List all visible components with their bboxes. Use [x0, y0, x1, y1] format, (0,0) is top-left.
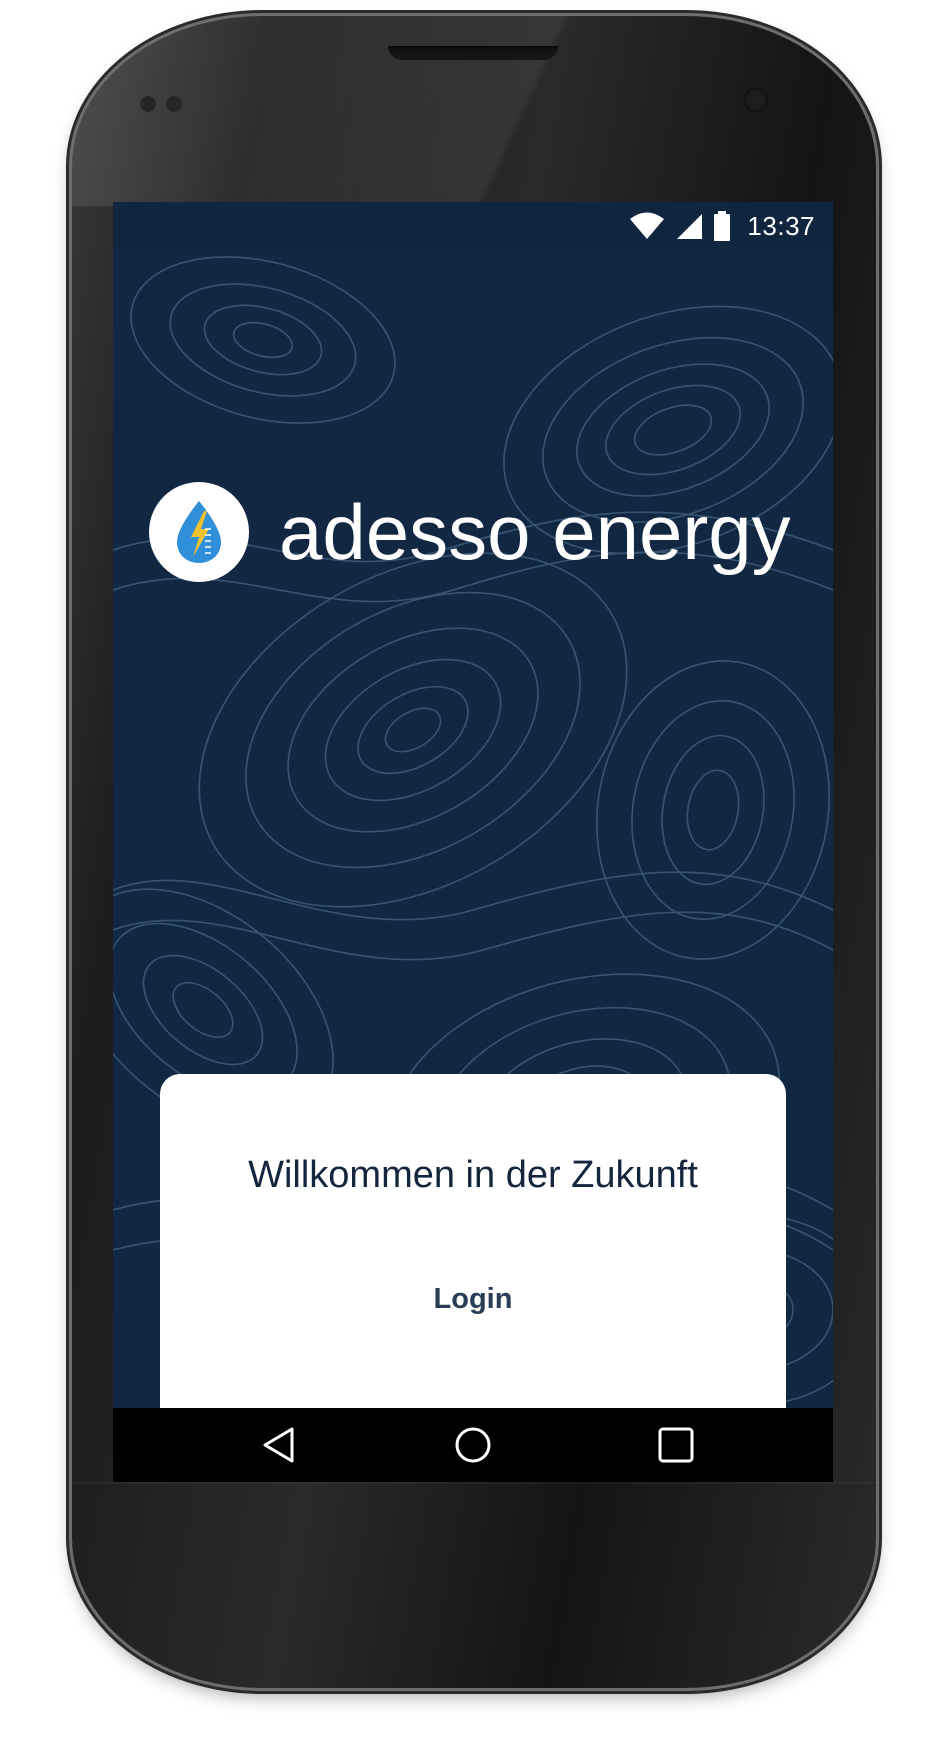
home-icon [455, 1427, 491, 1463]
login-button[interactable]: Login [373, 1264, 573, 1334]
clock-time: 13:37 [747, 210, 815, 241]
cell-signal-icon [677, 214, 703, 239]
front-camera [744, 88, 768, 112]
battery-icon [714, 211, 731, 241]
phone-sensor [140, 96, 156, 112]
nav-bar [113, 1408, 833, 1482]
home-button[interactable] [450, 1422, 496, 1468]
brand-header: adesso energy [149, 482, 791, 582]
status-icons: 13:37 [629, 210, 815, 242]
brand-logo [149, 482, 249, 582]
phone-sensor [166, 96, 182, 112]
back-button[interactable] [256, 1422, 302, 1468]
recents-icon [658, 1427, 694, 1463]
brand-name: adesso energy [279, 487, 791, 576]
phone-speaker [388, 46, 558, 60]
wifi-icon [630, 212, 665, 239]
page: 13:37 adesso energy Willkommen in der Zu… [0, 0, 947, 1744]
back-icon [263, 1427, 294, 1463]
recents-button[interactable] [653, 1422, 699, 1468]
app-screen: 13:37 adesso energy Willkommen in der Zu… [113, 202, 833, 1482]
welcome-card: Willkommen in der Zukunft Login [160, 1074, 786, 1424]
welcome-title: Willkommen in der Zukunft [248, 1154, 698, 1196]
water-drop-lightning-icon [177, 501, 221, 563]
status-bar: 13:37 [113, 202, 833, 250]
